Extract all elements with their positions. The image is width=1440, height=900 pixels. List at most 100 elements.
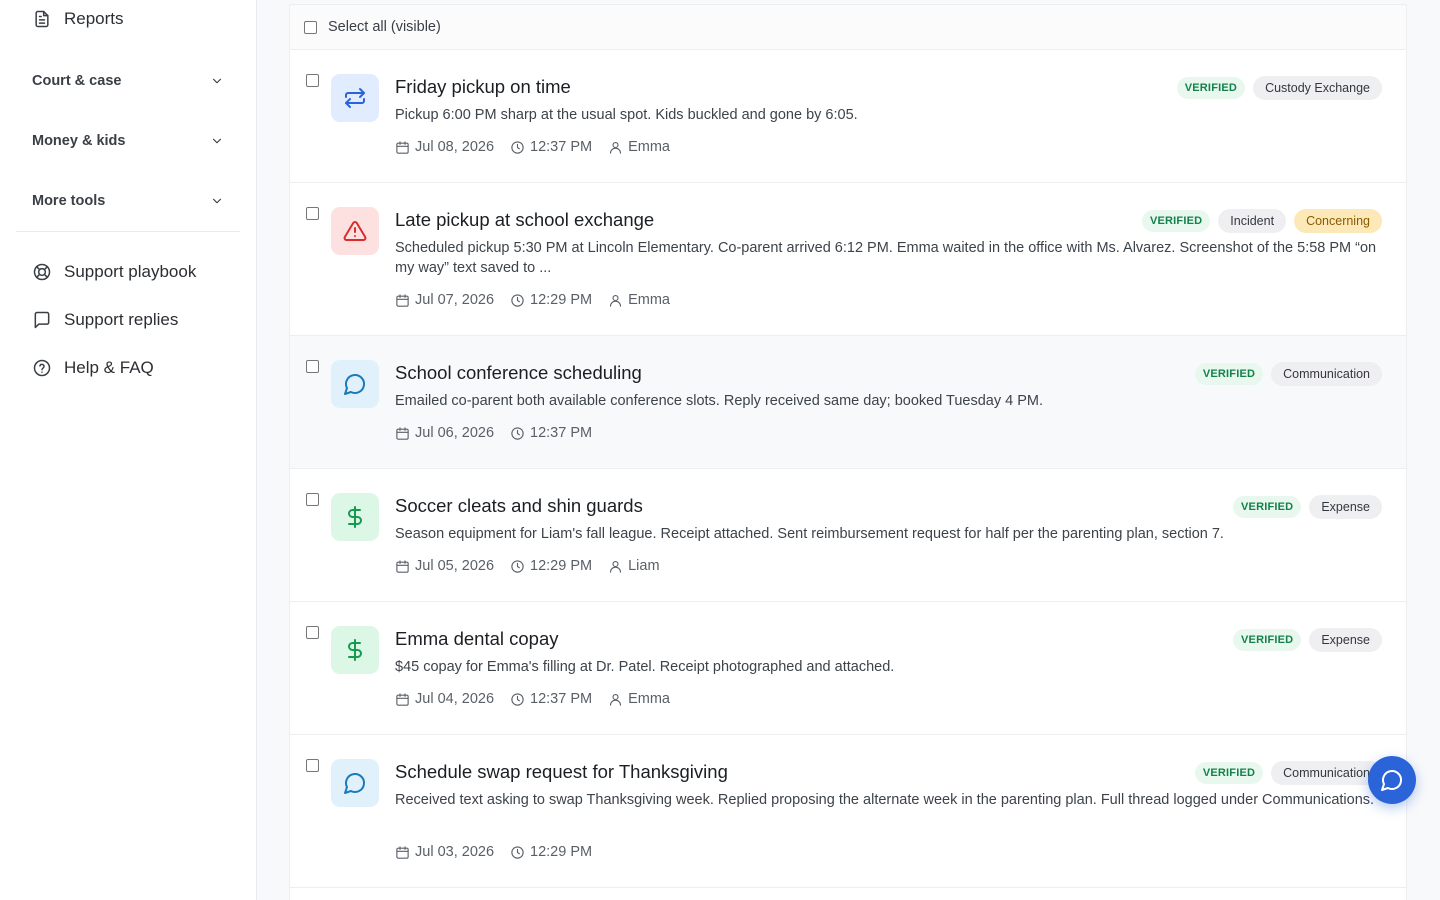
select-all-checkbox[interactable] <box>304 20 317 34</box>
sidebar-item-support-replies[interactable]: Support replies <box>32 308 178 332</box>
message-square-icon <box>34 311 50 329</box>
row-checkbox[interactable] <box>306 493 319 506</box>
entry-date: Jul 06, 2026 <box>415 425 495 441</box>
sidebar-item-label: Help & FAQ <box>64 358 154 377</box>
entry-person: Emma <box>628 691 670 707</box>
entry-badges: VERIFIED Communication <box>1194 761 1382 785</box>
entry-time: 12:29 PM <box>530 292 593 308</box>
chevron-down-icon <box>212 138 222 144</box>
entries-list: Select all (visible) Friday pickup on ti… <box>289 4 1407 900</box>
lifebuoy-icon <box>33 263 51 281</box>
list-item[interactable]: Soccer cleats and shin guards Season equ… <box>290 469 1406 602</box>
chat-support-button[interactable] <box>1368 756 1416 804</box>
entry-time: 12:29 PM <box>530 558 593 574</box>
chat-bubble-icon <box>331 360 379 408</box>
row-checkbox[interactable] <box>306 360 319 373</box>
entry-badges: VERIFIED Expense <box>1233 495 1382 519</box>
sidebar-item-label: Support replies <box>64 310 179 329</box>
entry-meta: Jul 05, 2026 12:29 PM Liam <box>395 558 676 574</box>
entry-description: Pickup 6:00 PM sharp at the usual spot. … <box>395 107 858 123</box>
verified-badge: VERIFIED <box>1176 77 1246 99</box>
entry-title[interactable]: Schedule swap request for Thanksgiving <box>395 761 728 783</box>
row-checkbox[interactable] <box>306 626 319 639</box>
sidebar-item-label: Reports <box>64 9 124 28</box>
clock-icon <box>511 293 524 307</box>
sidebar-group-label: More tools <box>32 193 106 209</box>
swap-arrows-icon <box>331 74 379 122</box>
row-checkbox[interactable] <box>306 74 319 87</box>
entry-person: Emma <box>628 139 670 155</box>
list-item[interactable]: Emma dental copay $45 copay for Emma's f… <box>290 602 1406 735</box>
entry-time: 12:37 PM <box>530 425 593 441</box>
list-item[interactable]: Schedule swap request for Thanksgiving R… <box>290 735 1406 888</box>
sidebar: Reports Court & case Money & kids More t… <box>0 0 257 900</box>
entry-time: 12:29 PM <box>530 844 593 860</box>
select-all-label: Select all (visible) <box>328 19 441 35</box>
entry-badges: VERIFIED Communication <box>1194 362 1382 386</box>
calendar-icon <box>396 559 409 573</box>
sidebar-divider <box>16 231 240 232</box>
entry-badges: VERIFIED Expense <box>1233 628 1382 652</box>
chat-bubble-icon <box>331 759 379 807</box>
entry-title[interactable]: Friday pickup on time <box>395 76 571 98</box>
entry-time: 12:37 PM <box>530 691 593 707</box>
sidebar-item-help-faq[interactable]: Help & FAQ <box>32 356 154 380</box>
category-badge: Communication <box>1271 362 1382 386</box>
entry-meta: Jul 08, 2026 12:37 PM Emma <box>395 139 686 155</box>
row-checkbox[interactable] <box>306 759 319 772</box>
calendar-icon <box>396 845 409 859</box>
verified-badge: VERIFIED <box>1194 363 1264 385</box>
clock-icon <box>511 559 524 573</box>
sidebar-group-more-tools[interactable]: More tools <box>32 191 224 211</box>
entry-title[interactable]: Soccer cleats and shin guards <box>395 495 643 517</box>
user-icon <box>610 560 622 573</box>
list-item[interactable]: Friday pickup on time Pickup 6:00 PM sha… <box>290 50 1406 183</box>
entry-date: Jul 05, 2026 <box>415 558 495 574</box>
chevron-down-icon <box>212 78 222 84</box>
user-icon <box>610 141 622 154</box>
clock-icon <box>511 692 524 706</box>
sidebar-item-support-playbook[interactable]: Support playbook <box>32 260 196 284</box>
category-badge: Custody Exchange <box>1253 76 1382 100</box>
verified-badge: VERIFIED <box>1141 210 1211 232</box>
chevron-down-icon <box>212 198 222 204</box>
concerning-badge: Concerning <box>1294 209 1382 233</box>
user-icon <box>610 693 622 706</box>
verified-badge: VERIFIED <box>1233 629 1302 651</box>
entry-meta: Jul 03, 2026 12:29 PM <box>395 844 608 860</box>
entry-meta: Jul 06, 2026 12:37 PM <box>395 425 608 441</box>
category-badge: Expense <box>1309 495 1382 519</box>
list-item[interactable]: School conference scheduling Emailed co-… <box>290 336 1406 469</box>
entry-date: Jul 03, 2026 <box>415 844 495 860</box>
entry-badges: VERIFIED Custody Exchange <box>1176 76 1382 100</box>
dollar-icon <box>331 626 379 674</box>
entry-person: Emma <box>628 292 670 308</box>
entry-person: Liam <box>628 558 660 574</box>
row-checkbox[interactable] <box>306 207 319 220</box>
clock-icon <box>511 426 524 440</box>
clock-icon <box>511 140 524 154</box>
entry-title[interactable]: Emma dental copay <box>395 628 559 650</box>
sidebar-item-label: Support playbook <box>64 262 197 281</box>
document-icon <box>35 10 49 28</box>
entry-title[interactable]: Late pickup at school exchange <box>395 209 654 231</box>
select-all-bar: Select all (visible) <box>290 5 1406 50</box>
verified-badge: VERIFIED <box>1233 496 1302 518</box>
entry-description: Season equipment for Liam's fall league.… <box>395 526 1224 542</box>
help-circle-icon <box>33 359 51 377</box>
calendar-icon <box>396 692 409 706</box>
entry-meta: Jul 07, 2026 12:29 PM Emma <box>395 292 686 308</box>
category-badge: Expense <box>1309 628 1382 652</box>
clock-icon <box>511 845 524 859</box>
entry-title[interactable]: School conference scheduling <box>395 362 642 384</box>
dollar-icon <box>331 493 379 541</box>
sidebar-group-court-case[interactable]: Court & case <box>32 71 224 91</box>
chat-bubble-icon <box>1381 770 1402 791</box>
category-badge: Incident <box>1218 209 1287 233</box>
verified-badge: VERIFIED <box>1194 762 1264 784</box>
sidebar-group-money-kids[interactable]: Money & kids <box>32 131 224 151</box>
sidebar-item-reports[interactable]: Reports <box>32 7 124 31</box>
entry-date: Jul 08, 2026 <box>415 139 495 155</box>
entry-description: Emailed co-parent both available confere… <box>395 393 1044 409</box>
list-item[interactable]: Late pickup at school exchange Scheduled… <box>290 183 1406 336</box>
